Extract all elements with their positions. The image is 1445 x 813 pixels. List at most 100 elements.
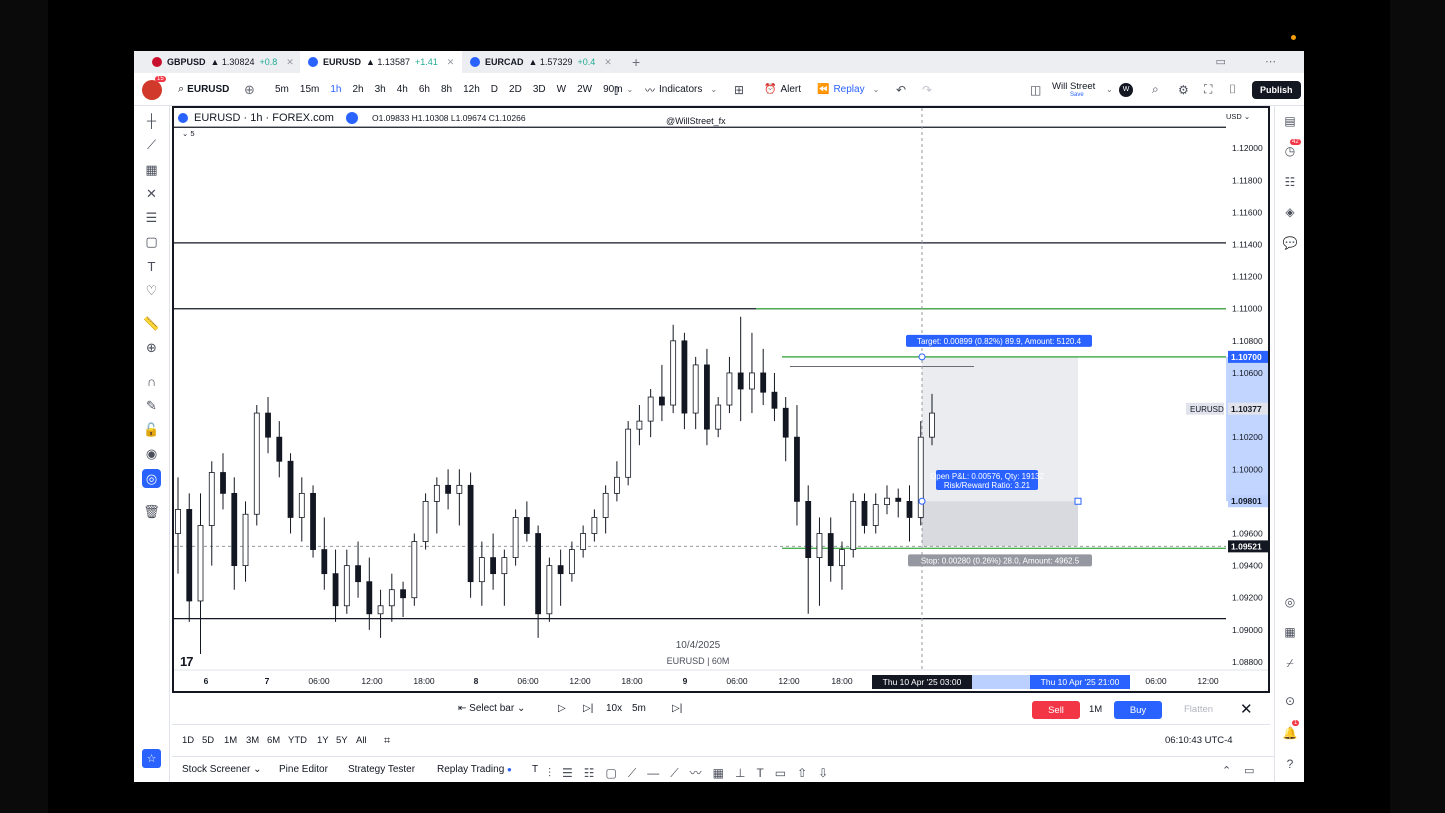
layers-icon[interactable]: ◈ <box>1281 203 1299 221</box>
hotlist-icon[interactable]: ⊙ <box>1281 692 1299 710</box>
candle-type-icon[interactable]: ⫾ <box>614 73 618 106</box>
range-all[interactable]: All <box>356 735 367 746</box>
lock-icon[interactable]: 🔓 <box>142 420 161 439</box>
timeframe-4h[interactable]: 4h <box>397 84 408 95</box>
camera-icon[interactable]: ⌷ <box>1229 73 1236 106</box>
text-tool-icon[interactable]: T <box>142 257 161 276</box>
eye-icon[interactable]: ◉ <box>142 444 161 463</box>
collapse-icon[interactable]: ⌃ <box>1222 764 1231 777</box>
news-icon[interactable]: ☷ <box>1281 173 1299 191</box>
indicator-count[interactable]: ⌄ 5 <box>182 129 195 138</box>
replay-speed[interactable]: 10x <box>606 703 622 714</box>
close-icon[interactable]: ✕ <box>1240 700 1253 718</box>
select-bar-button[interactable]: ⇤ Select bar ⌄ <box>458 703 525 714</box>
timeframe-8h[interactable]: 8h <box>441 84 452 95</box>
range-5d[interactable]: 5D <box>202 735 214 746</box>
settings-gear-icon[interactable]: ⚙ <box>1178 73 1189 106</box>
fib-grid-icon[interactable]: ▦ <box>142 160 161 179</box>
quick-search-icon[interactable]: ⌕ <box>1152 73 1159 106</box>
fullscreen-icon[interactable]: ⛶ <box>1204 73 1212 106</box>
timeframe-3d[interactable]: 3D <box>533 84 546 95</box>
publish-button[interactable]: Publish <box>1252 81 1301 99</box>
calendar-icon[interactable]: ▦ <box>1281 623 1299 641</box>
user-icon[interactable]: W <box>1119 73 1133 106</box>
layout-name-button[interactable]: Will Street Save <box>1052 73 1095 106</box>
tab-truncated[interactable]: T <box>532 764 538 775</box>
forecast-icon[interactable]: ☰ <box>142 208 161 227</box>
range-3m[interactable]: 3M <box>246 735 259 746</box>
quantity-field[interactable]: 1M <box>1089 704 1102 715</box>
magnet-icon[interactable]: ∩ <box>142 372 161 391</box>
indicators-button[interactable]: 〰 Indicators ⌄ <box>645 73 717 106</box>
ruler-icon[interactable]: 📏 <box>142 314 161 333</box>
templates-icon[interactable]: ⊞ <box>734 73 744 106</box>
timeframe-3h[interactable]: 3h <box>375 84 386 95</box>
range-6m[interactable]: 6M <box>267 735 280 746</box>
layout-icon[interactable]: ◫ <box>1030 73 1041 106</box>
stay-drawing-icon[interactable]: ✎ <box>142 396 161 415</box>
chart-canvas[interactable]: 1.12000 1.11800 1.11600 1.11400 1.11200 1.110… <box>174 108 1268 691</box>
target-icon[interactable]: ◎ <box>1281 593 1299 611</box>
close-icon[interactable]: ✕ <box>447 57 455 68</box>
chat-icon[interactable]: 💬 <box>1281 234 1299 252</box>
symbol-search[interactable]: ⌕ EURUSD <box>178 73 229 106</box>
star-icon[interactable]: ☆ <box>142 749 161 768</box>
heart-icon[interactable]: ♡ <box>142 281 161 300</box>
range-ytd[interactable]: YTD <box>288 735 307 746</box>
range-1m[interactable]: 1M <box>224 735 237 746</box>
tab-eurcad[interactable]: EURCAD ▲ 1.57329 +0.4 ✕ <box>462 51 620 73</box>
flatten-button[interactable]: Flatten <box>1184 704 1213 715</box>
timeframe-15m[interactable]: 15m <box>300 84 319 95</box>
range-1y[interactable]: 1Y <box>317 735 329 746</box>
timeframe-d[interactable]: D <box>491 84 498 95</box>
compare-icon[interactable]: ⊕ <box>244 73 255 106</box>
pattern-icon[interactable]: ✕ <box>142 184 161 203</box>
timeframe-90m[interactable]: 90m <box>603 84 622 95</box>
redo-icon[interactable]: ↷ <box>922 73 932 106</box>
timeframe-1h[interactable]: 1h <box>330 84 341 95</box>
timeframe-w[interactable]: W <box>557 84 566 95</box>
zoom-in-icon[interactable]: ⊕ <box>142 338 161 357</box>
timeframe-5m[interactable]: 5m <box>275 84 289 95</box>
tab-strategy-tester[interactable]: Strategy Tester <box>348 764 415 775</box>
globe-icon[interactable]: ◎ <box>142 469 161 488</box>
replay-button[interactable]: ⏪ Replay ⌄ <box>817 73 879 106</box>
tab-pine-editor[interactable]: Pine Editor <box>279 764 328 775</box>
timeframe-6h[interactable]: 6h <box>419 84 430 95</box>
replay-interval[interactable]: 5m <box>632 703 646 714</box>
jump-to-realtime-icon[interactable]: ▷| <box>672 703 682 714</box>
add-tab-icon[interactable]: + <box>632 54 640 70</box>
tab-stock-screener[interactable]: Stock Screener ⌄ <box>182 764 262 775</box>
go-to-date-icon[interactable]: ⌗ <box>384 735 390 748</box>
help-icon[interactable]: ? <box>1281 755 1299 773</box>
sell-button[interactable]: Sell <box>1032 701 1080 719</box>
pine-icon[interactable]: ⌿ <box>1281 654 1299 672</box>
step-forward-icon[interactable]: ▷| <box>583 703 593 714</box>
watchlist-icon[interactable]: ▤ <box>1281 112 1299 130</box>
buy-button[interactable]: Buy <box>1114 701 1162 719</box>
chevron-down-icon[interactable]: ⌄ <box>627 85 634 94</box>
range-1d[interactable]: 1D <box>182 735 194 746</box>
tab-gbpusd[interactable]: GBPUSD ▲ 1.30824 +0.8 ✕ <box>144 51 302 73</box>
drawing-shortcut-icons[interactable]: ⫶☰☷▢⟋—⟋〰▦⊥T▭⇧⇩ <box>548 764 839 781</box>
trendline-icon[interactable]: ⟋ <box>142 135 161 154</box>
timeframe-2w[interactable]: 2W <box>577 84 592 95</box>
timeframe-2h[interactable]: 2h <box>352 84 363 95</box>
close-icon[interactable]: ✕ <box>604 57 612 68</box>
currency-selector[interactable]: USD ⌄ <box>1226 112 1250 121</box>
timeframe-2d[interactable]: 2D <box>509 84 522 95</box>
crosshair-icon[interactable]: ┼ <box>142 111 161 130</box>
undo-icon[interactable]: ↶ <box>896 73 906 106</box>
tab-eurusd[interactable]: EURUSD ▲ 1.13587 +1.41 ✕ <box>300 51 463 73</box>
timeframe-12h[interactable]: 12h <box>463 84 480 95</box>
close-icon[interactable]: ✕ <box>286 57 294 68</box>
alert-button[interactable]: ⏰ Alert <box>764 73 801 106</box>
chart-area[interactable]: 1.12000 1.11800 1.11600 1.11400 1.11200 1.110… <box>172 106 1270 693</box>
bell-icon[interactable]: 🔔 <box>1281 724 1299 742</box>
maximize-panel-icon[interactable]: ▭ <box>1244 764 1254 777</box>
avatar[interactable] <box>142 80 162 100</box>
tab-replay-trading[interactable]: Replay Trading ● <box>437 764 512 775</box>
shapes-icon[interactable]: ▢ <box>142 232 161 251</box>
clock[interactable]: 06:10:43 UTC-4 <box>1165 735 1233 746</box>
chevron-down-icon[interactable]: ⌄ <box>1106 73 1113 106</box>
